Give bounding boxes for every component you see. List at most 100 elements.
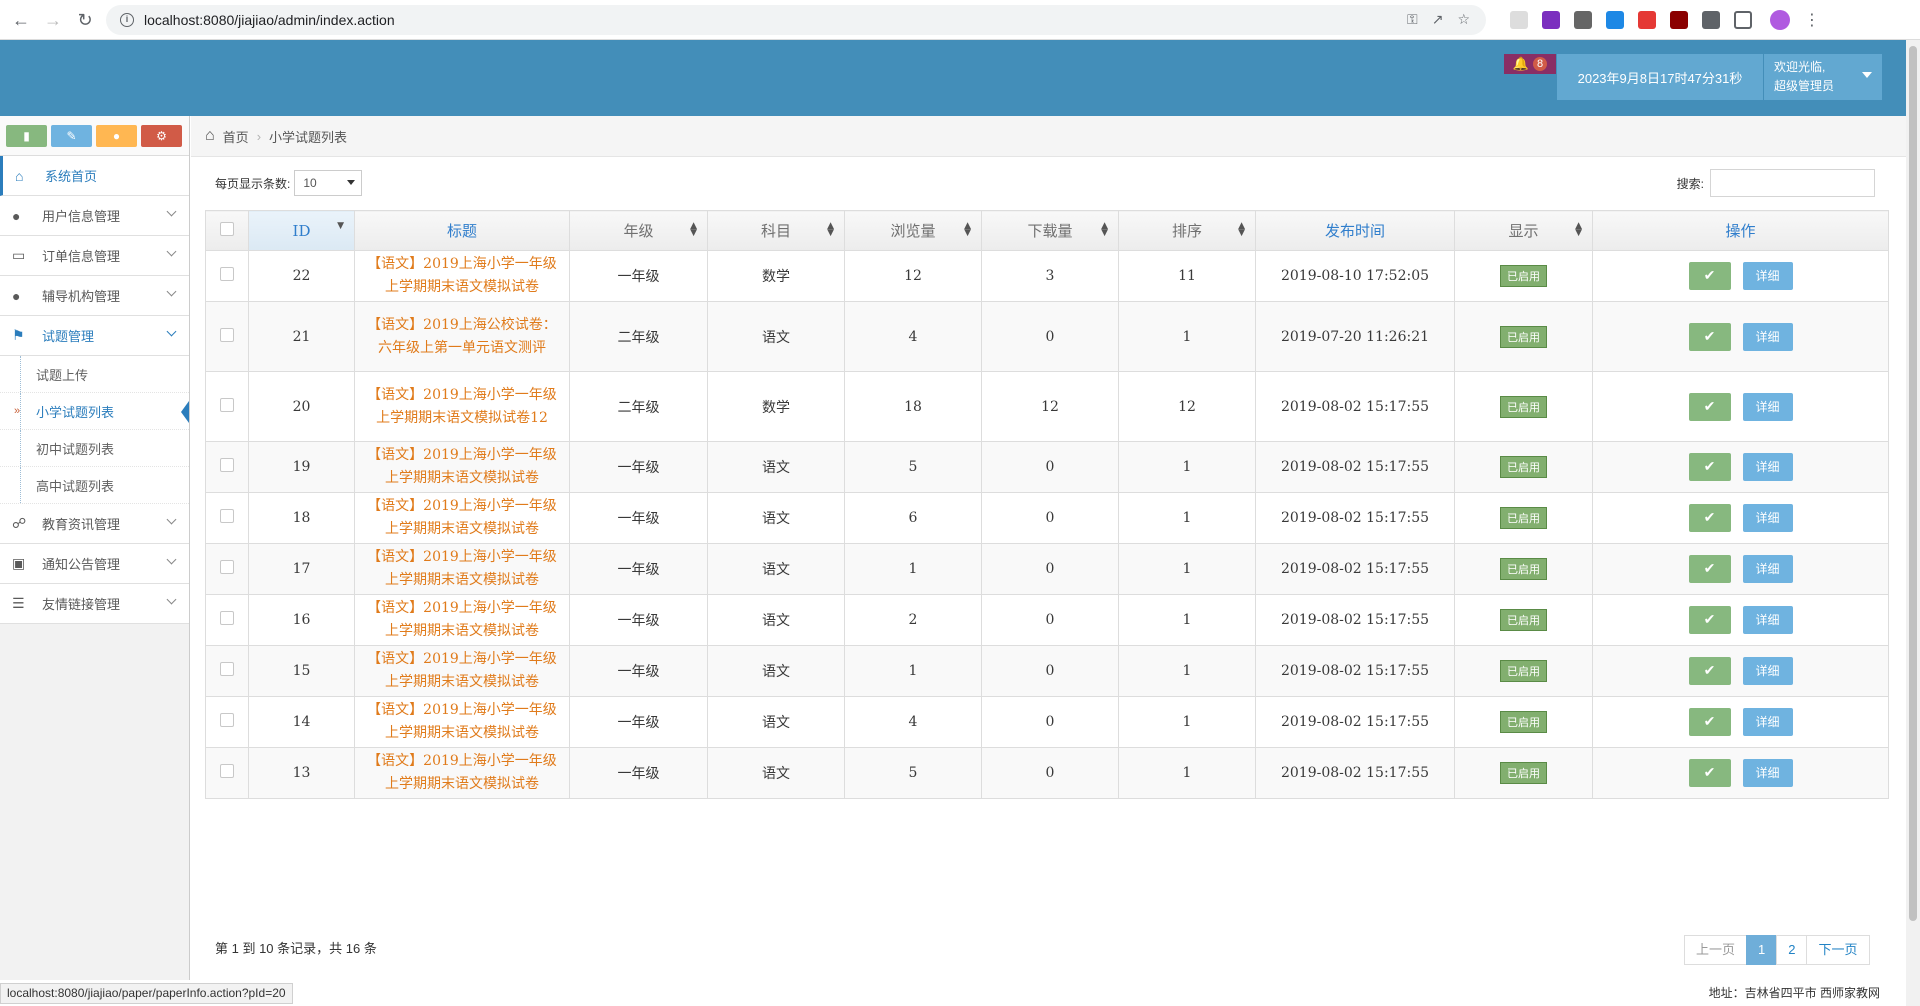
forward-icon[interactable]: → [42, 9, 64, 31]
prev-page-button[interactable]: 上一页 [1684, 935, 1748, 965]
detail-button[interactable]: 详细 [1742, 657, 1793, 685]
approve-button[interactable]: ✔ [1688, 262, 1731, 290]
table-row[interactable]: 19 【语文】2019上海小学一年级上学期期末语文模拟试卷 一年级 语文 5 0 1 2019… [205, 441, 1889, 493]
sidebar-item-notices[interactable]: ▣ 通知公告管理 [0, 544, 189, 584]
select-all-checkbox[interactable] [220, 221, 234, 236]
approve-button[interactable]: ✔ [1688, 657, 1731, 685]
column-header-subject[interactable]: 科目 ▲ ▼ [707, 210, 845, 251]
table-row[interactable]: 18 【语文】2019上海小学一年级上学期期末语文模拟试卷 一年级 语文 6 0 1 2019… [205, 492, 1889, 544]
user-menu[interactable]: 欢迎光临, 超级管理员 [1764, 54, 1882, 100]
pencil-shortcut-button[interactable]: ✎ [51, 125, 92, 147]
detail-button[interactable]: 详细 [1742, 453, 1793, 481]
cell-title-link[interactable]: 【语文】2019上海小学一年级上学期期末语文模拟试卷 [354, 250, 570, 302]
cell-title-link[interactable]: 【语文】2019上海小学一年级上学期期末语文模拟试卷12 [354, 371, 570, 442]
cogs-shortcut-button[interactable]: ⚙ [141, 125, 182, 147]
scrollbar-thumb[interactable] [1909, 46, 1917, 921]
extension-icon[interactable] [1510, 10, 1528, 29]
sidebar-item-orders[interactable]: ▭ 订单信息管理 [0, 236, 189, 276]
cell-title-link[interactable]: 【语文】2019上海小学一年级上学期期末语文模拟试卷 [354, 594, 570, 646]
share-icon[interactable]: ↗ [1432, 11, 1444, 28]
cell-title-link[interactable]: 【语文】2019上海小学一年级上学期期末语文模拟试卷 [354, 645, 570, 697]
next-page-button[interactable]: 下一页 [1806, 935, 1870, 965]
row-checkbox[interactable] [220, 397, 234, 412]
address-bar[interactable]: i localhost:8080/jiajiao/admin/index.act… [106, 4, 1486, 35]
signal-shortcut-button[interactable]: ▮ [6, 125, 47, 147]
breadcrumb-home-link[interactable]: 首页 [223, 127, 249, 146]
sidebar-subitem-upload[interactable]: 试题上传 [0, 356, 189, 393]
approve-button[interactable]: ✔ [1688, 453, 1731, 481]
reload-icon[interactable]: ↻ [74, 9, 96, 31]
table-row[interactable]: 14 【语文】2019上海小学一年级上学期期末语文模拟试卷 一年级 语文 4 0 1 2019… [205, 696, 1889, 748]
row-checkbox[interactable] [220, 458, 234, 472]
row-checkbox[interactable] [220, 764, 234, 778]
extension-icon[interactable] [1542, 10, 1560, 29]
detail-button[interactable]: 详细 [1742, 392, 1793, 421]
row-checkbox[interactable] [220, 611, 234, 625]
row-checkbox[interactable] [220, 713, 234, 727]
table-row[interactable]: 22 【语文】2019上海小学一年级上学期期末语文模拟试卷 一年级 数学 12 3 11 20… [205, 250, 1889, 302]
table-row[interactable]: 17 【语文】2019上海小学一年级上学期期末语文模拟试卷 一年级 语文 1 0 1 2019… [205, 543, 1889, 595]
cell-title-link[interactable]: 【语文】2019上海小学一年级上学期期末语文模拟试卷 [354, 441, 570, 493]
row-checkbox[interactable] [220, 662, 234, 676]
page-scrollbar[interactable] [1906, 40, 1920, 1006]
table-row[interactable]: 20 【语文】2019上海小学一年级上学期期末语文模拟试卷12 二年级 数学 18 12 1… [205, 371, 1889, 442]
cell-title-link[interactable]: 【语文】2019上海小学一年级上学期期末语文模拟试卷 [354, 747, 570, 799]
extension-icon[interactable] [1670, 10, 1688, 29]
sidebar-item-links[interactable]: ☰ 友情链接管理 [0, 584, 189, 624]
column-header-downloads[interactable]: 下载量 ▲ ▼ [981, 210, 1119, 251]
detail-button[interactable]: 详细 [1742, 606, 1793, 634]
approve-button[interactable]: ✔ [1688, 759, 1731, 787]
puzzle-icon[interactable] [1702, 10, 1720, 29]
detail-button[interactable]: 详细 [1742, 504, 1793, 532]
cell-title-link[interactable]: 【语文】2019上海小学一年级上学期期末语文模拟试卷 [354, 492, 570, 544]
extension-icon[interactable] [1638, 10, 1656, 29]
table-row[interactable]: 15 【语文】2019上海小学一年级上学期期末语文模拟试卷 一年级 语文 1 0 1 2019… [205, 645, 1889, 697]
key-icon[interactable]: ⚿ [1407, 11, 1418, 28]
sidebar-item-home[interactable]: ⌂ 系统首页 [0, 156, 189, 196]
column-header-grade[interactable]: 年级 ▲ ▼ [569, 210, 708, 251]
sidebar-item-news[interactable]: ☍ 教育资讯管理 [0, 504, 189, 544]
sidebar-subitem-primary[interactable]: » 小学试题列表 [0, 393, 189, 430]
row-checkbox[interactable] [220, 327, 234, 342]
detail-button[interactable]: 详细 [1742, 708, 1793, 736]
column-header-id[interactable]: ID ▼ [248, 210, 355, 251]
profile-avatar[interactable] [1770, 9, 1790, 30]
table-row[interactable]: 16 【语文】2019上海小学一年级上学期期末语文模拟试卷 一年级 语文 2 0 1 2019… [205, 594, 1889, 646]
sidebar-item-institutions[interactable]: ● 辅导机构管理 [0, 276, 189, 316]
sidebar-subitem-middle[interactable]: 初中试题列表 [0, 430, 189, 467]
column-header-display[interactable]: 显示 ▲ ▼ [1454, 210, 1593, 251]
notification-button[interactable]: 🔔 8 [1504, 54, 1556, 74]
star-icon[interactable]: ☆ [1457, 11, 1470, 28]
approve-button[interactable]: ✔ [1688, 555, 1731, 583]
detail-button[interactable]: 详细 [1742, 759, 1793, 787]
sidebar-item-exams[interactable]: ⚑ 试题管理 [0, 316, 189, 356]
approve-button[interactable]: ✔ [1688, 504, 1731, 532]
menu-icon[interactable]: ⋮ [1804, 10, 1820, 30]
cell-title-link[interactable]: 【语文】2019上海小学一年级上学期期末语文模拟试卷 [354, 696, 570, 748]
cell-title-link[interactable]: 【语文】2019上海小学一年级上学期期末语文模拟试卷 [354, 543, 570, 595]
extension-icon[interactable] [1606, 10, 1624, 29]
pagesize-select[interactable]: 10 [294, 170, 363, 196]
table-row[interactable]: 13 【语文】2019上海小学一年级上学期期末语文模拟试卷 一年级 语文 5 0 1 2019… [205, 747, 1889, 799]
detail-button[interactable]: 详细 [1742, 555, 1793, 583]
detail-button[interactable]: 详细 [1742, 322, 1793, 351]
approve-button[interactable]: ✔ [1688, 708, 1731, 736]
detail-button[interactable]: 详细 [1742, 262, 1793, 290]
sidebar-item-users[interactable]: ● 用户信息管理 [0, 196, 189, 236]
column-header-views[interactable]: 浏览量 ▲ ▼ [844, 210, 982, 251]
search-input[interactable] [1710, 169, 1875, 197]
sidepanel-icon[interactable] [1734, 10, 1752, 29]
approve-button[interactable]: ✔ [1688, 322, 1731, 351]
group-shortcut-button[interactable]: ● [96, 125, 137, 147]
sidebar-subitem-high[interactable]: 高中试题列表 [0, 467, 189, 504]
approve-button[interactable]: ✔ [1688, 606, 1731, 634]
column-header-order[interactable]: 排序 ▲ ▼ [1118, 210, 1256, 251]
info-icon[interactable]: i [120, 12, 134, 27]
cell-title-link[interactable]: 【语文】2019上海公校试卷：六年级上第一单元语文测评 [354, 301, 570, 372]
page-2-button[interactable]: 2 [1776, 935, 1808, 965]
approve-button[interactable]: ✔ [1688, 392, 1731, 421]
extension-icon[interactable] [1574, 10, 1592, 29]
back-icon[interactable]: ← [10, 9, 32, 31]
row-checkbox[interactable] [220, 509, 234, 523]
table-row[interactable]: 21 【语文】2019上海公校试卷：六年级上第一单元语文测评 二年级 语文 4 0 1 201… [205, 301, 1889, 372]
